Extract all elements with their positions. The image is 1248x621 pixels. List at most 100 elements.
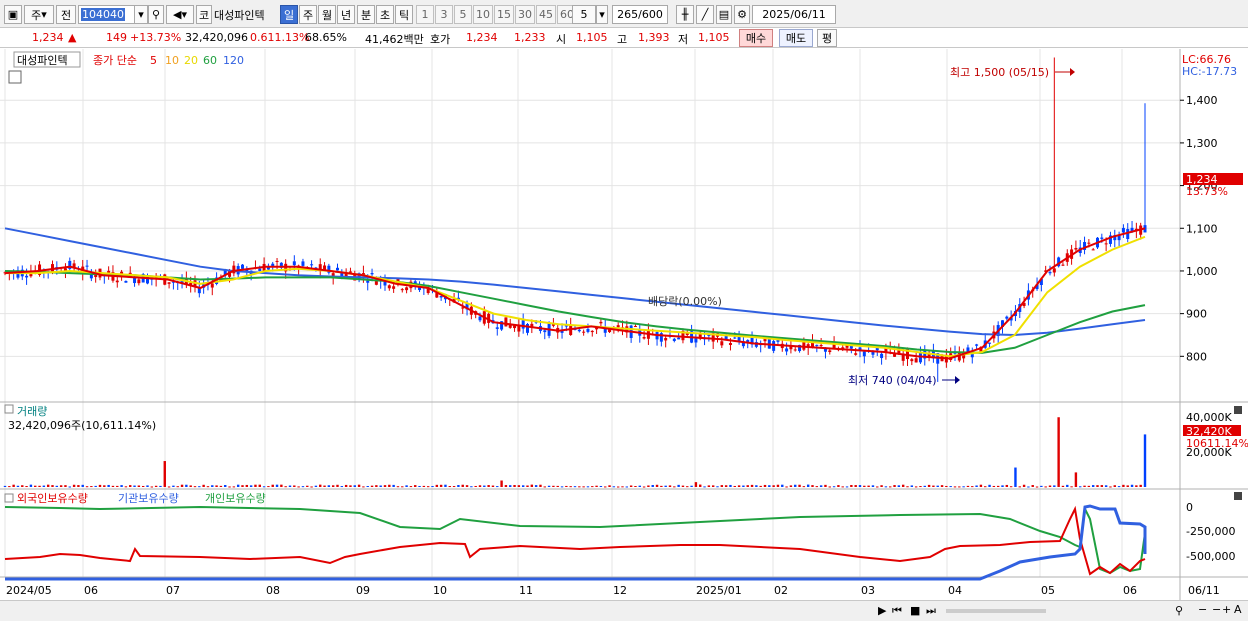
- volume-bar: [396, 486, 400, 488]
- interval-dropdown-icon[interactable]: ▾: [596, 5, 608, 24]
- buy-button[interactable]: 매수: [739, 29, 773, 47]
- stop-icon[interactable]: ■: [910, 604, 920, 617]
- volume-ratio: 68.65%: [305, 31, 347, 44]
- volume-bar: [867, 485, 870, 487]
- count-field[interactable]: 265/600: [612, 5, 668, 24]
- volume-bar: [271, 484, 274, 487]
- period-year[interactable]: 년: [337, 5, 355, 24]
- vol-panel-close-icon[interactable]: [1234, 406, 1242, 414]
- zoom-in-icon[interactable]: +: [1222, 603, 1231, 616]
- stock-chart[interactable]: 대성파인텍 종가 단순 5 10 20 60 120 LC:66.76 HC:-…: [0, 49, 1248, 601]
- period-week[interactable]: 주: [299, 5, 317, 24]
- volume-bar: [124, 486, 128, 488]
- minute-15[interactable]: 15: [494, 5, 514, 24]
- period-month[interactable]: 월: [318, 5, 336, 24]
- volume-bar: [81, 484, 84, 487]
- stock-code-input[interactable]: 104040: [78, 5, 136, 24]
- volume-bar: [483, 485, 486, 487]
- volume-bar: [729, 484, 732, 487]
- sell-button[interactable]: 매도: [779, 29, 813, 47]
- volume-bar: [806, 484, 810, 487]
- volume-bar: [236, 484, 240, 487]
- volume-bar: [638, 485, 641, 487]
- volume-bar: [444, 484, 447, 487]
- market-select[interactable]: 주 ▾: [24, 5, 54, 24]
- line-tool-icon[interactable]: ╱: [696, 5, 714, 24]
- legend-ma5: 5: [150, 54, 157, 67]
- volume-bar: [46, 484, 50, 487]
- minute-5[interactable]: 5: [454, 5, 472, 24]
- minute-1[interactable]: 1: [416, 5, 434, 24]
- volume-bar: [1126, 485, 1129, 487]
- volume-bar: [565, 485, 568, 487]
- volume-bar: [724, 485, 728, 487]
- volume-bar: [470, 486, 473, 488]
- volume-bar: [103, 485, 106, 487]
- volume-bar: [262, 486, 266, 488]
- volume-bar: [275, 484, 279, 487]
- window-menu-icon[interactable]: ▣: [4, 5, 22, 24]
- volume-bar: [301, 486, 305, 488]
- volume-bar: [1018, 486, 1021, 488]
- settings-gear-icon[interactable]: ⚙: [734, 5, 750, 24]
- next-icon[interactable]: ⏭: [926, 604, 936, 618]
- volume-bar: [409, 486, 413, 488]
- period-tick[interactable]: 틱: [395, 5, 413, 24]
- volume-bar: [996, 485, 1000, 487]
- volume-bar: [129, 485, 132, 487]
- price-change: 149: [106, 31, 127, 44]
- auto-scale-icon[interactable]: A: [1234, 603, 1242, 616]
- volume-bar: [750, 484, 754, 487]
- volume-bar: [1122, 484, 1125, 487]
- period-minute[interactable]: 분: [357, 5, 375, 24]
- volume-bar: [202, 484, 205, 487]
- volume-bar: [16, 485, 20, 487]
- volume-bar: [521, 485, 525, 487]
- interval-input[interactable]: 5: [572, 5, 596, 24]
- hold-panel-close-icon[interactable]: [1234, 492, 1242, 500]
- volume-bar: [340, 486, 344, 488]
- volume-bar: [845, 486, 849, 488]
- minus-icon[interactable]: −: [1212, 603, 1221, 616]
- minute-3[interactable]: 3: [435, 5, 453, 24]
- volume-bar: [984, 486, 987, 488]
- prev-button[interactable]: 전: [56, 5, 76, 24]
- search-icon[interactable]: ⚲: [148, 5, 164, 24]
- volume-bar: [591, 486, 594, 488]
- volume-bar: [146, 485, 149, 487]
- period-second[interactable]: 초: [376, 5, 394, 24]
- table-toggle-icon[interactable]: [8, 70, 22, 84]
- turnover-percent: 0.611.13%: [250, 31, 310, 44]
- volume-bar: [880, 485, 883, 487]
- first-icon[interactable]: ⏮: [892, 604, 902, 618]
- scroll-right-icon[interactable]: ▶: [878, 604, 886, 617]
- open-price: 1,105: [576, 31, 608, 44]
- volume-bar: [1066, 484, 1069, 487]
- minute-45[interactable]: 45: [536, 5, 556, 24]
- candle-icon[interactable]: ╫: [676, 5, 694, 24]
- volume-bar: [1083, 485, 1086, 487]
- average-button[interactable]: 평: [817, 29, 837, 47]
- volume-bar: [284, 486, 287, 488]
- speaker-icon[interactable]: ◀▾: [166, 5, 194, 24]
- minute-10[interactable]: 10: [473, 5, 493, 24]
- x-axis-label: 05: [1041, 584, 1055, 597]
- minute-30[interactable]: 30: [515, 5, 535, 24]
- volume-bar: [828, 486, 831, 488]
- volume-bar: [509, 485, 512, 487]
- zoom-search-icon[interactable]: ⚲: [1175, 604, 1183, 617]
- zoom-out-icon[interactable]: −: [1198, 603, 1207, 616]
- volume-bar: [491, 485, 495, 487]
- volume-bar: [267, 486, 270, 488]
- code-dropdown-icon[interactable]: ▾: [134, 5, 148, 24]
- volume-bar: [850, 484, 853, 487]
- low-annotation: 최저 740 (04/04): [848, 374, 937, 387]
- period-day[interactable]: 일: [280, 5, 298, 24]
- ko-button[interactable]: 코: [196, 5, 212, 24]
- volume-bar: [604, 486, 607, 488]
- x-axis-right-label: 06/11: [1188, 584, 1220, 597]
- date-field[interactable]: 2025/06/11: [752, 5, 836, 24]
- save-icon[interactable]: ▤: [716, 5, 732, 24]
- scrollbar[interactable]: [946, 609, 1046, 613]
- volume-bar: [254, 484, 257, 487]
